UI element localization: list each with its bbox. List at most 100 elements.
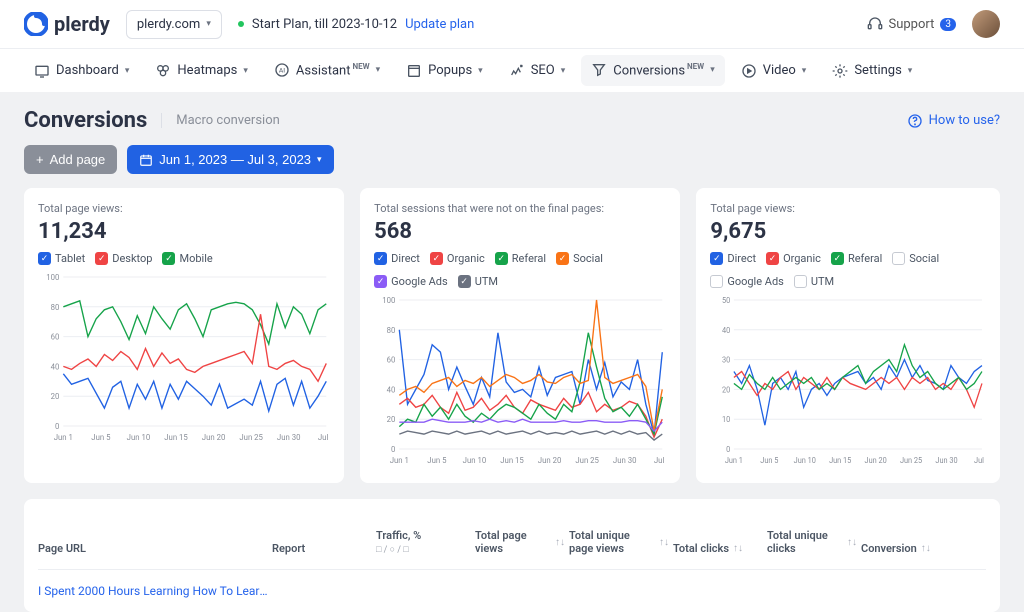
- line-chart: 020406080100Jun 1Jun 5Jun 10Jun 15Jun 20…: [38, 271, 330, 446]
- svg-text:Jun 1: Jun 1: [390, 456, 409, 465]
- svg-text:AI: AI: [279, 67, 285, 75]
- th-traffic[interactable]: Traffic, %□ / ○ / □: [376, 529, 471, 555]
- svg-text:Jun 25: Jun 25: [576, 456, 600, 465]
- legend-referal[interactable]: ✓Referal: [831, 252, 882, 265]
- svg-text:Jun 20: Jun 20: [538, 456, 562, 465]
- row-url[interactable]: I Spent 2000 Hours Learning How To Learn…: [38, 584, 268, 598]
- svg-text:20: 20: [51, 392, 60, 401]
- th-conversion[interactable]: Conversion↑↓: [861, 542, 961, 555]
- th-uviews[interactable]: Total unique page views↑↓: [569, 529, 669, 555]
- stat-card-1: Total sessions that were not on the fina…: [360, 188, 680, 483]
- nav-settings[interactable]: Settings▾: [822, 56, 922, 86]
- legend: ✓Tablet ✓Desktop ✓Mobile: [38, 252, 330, 265]
- th-uclicks[interactable]: Total unique clicks↑↓: [767, 529, 857, 555]
- svg-text:0: 0: [55, 422, 59, 431]
- legend-referal[interactable]: ✓Referal: [495, 252, 546, 265]
- nav-dashboard[interactable]: Dashboard▾: [24, 56, 139, 86]
- table-row[interactable]: I Spent 2000 Hours Learning How To Learn…: [38, 569, 986, 612]
- legend-organic[interactable]: ✓Organic: [766, 252, 821, 265]
- site-selector[interactable]: plerdy.com ▾: [126, 10, 222, 39]
- svg-text:Jun 5: Jun 5: [91, 433, 111, 442]
- svg-text:Jun 10: Jun 10: [127, 433, 151, 442]
- status-dot-icon: [238, 21, 244, 27]
- popups-icon: [406, 63, 422, 79]
- help-icon: [907, 113, 923, 129]
- svg-text:Jul 1: Jul 1: [654, 456, 666, 465]
- card-value: 9,675: [710, 219, 986, 244]
- svg-text:Jun 5: Jun 5: [427, 456, 447, 465]
- svg-text:60: 60: [387, 356, 396, 365]
- legend-direct[interactable]: ✓Direct: [710, 252, 756, 265]
- svg-text:Jul 1: Jul 1: [318, 433, 330, 442]
- legend: ✓Direct ✓Organic ✓Referal ✓Social ✓Google Ad…: [374, 252, 666, 288]
- sort-icon: ↑↓: [847, 537, 857, 548]
- svg-text:100: 100: [382, 296, 395, 305]
- dashboard-icon: [34, 63, 50, 79]
- nav-assistant[interactable]: AIAssistantNEW▾: [264, 55, 390, 85]
- legend-desktop[interactable]: ✓Desktop: [95, 252, 152, 265]
- th-url[interactable]: Page URL: [38, 542, 268, 555]
- nav-conversions[interactable]: ConversionsNEW▾: [581, 55, 724, 85]
- plan-status: Start Plan, till 2023-10-12 Update plan: [238, 17, 474, 32]
- conversions-table: Page URL Report Traffic, %□ / ○ / □ Tota…: [24, 499, 1000, 612]
- legend-tablet[interactable]: ✓Tablet: [38, 252, 85, 265]
- legend-google ads[interactable]: ✓Google Ads: [374, 275, 448, 288]
- legend-social[interactable]: Social: [892, 252, 939, 265]
- date-range-button[interactable]: Jun 1, 2023 — Jul 3, 2023 ▾: [127, 145, 333, 174]
- legend-organic[interactable]: ✓Organic: [430, 252, 485, 265]
- svg-text:100: 100: [46, 273, 59, 282]
- logo-text: plerdy: [54, 12, 110, 36]
- nav-seo[interactable]: SEO▾: [499, 56, 576, 86]
- sort-icon: ↑↓: [659, 537, 669, 548]
- support-link[interactable]: Support 3: [867, 16, 957, 32]
- sort-icon: ↑↓: [733, 543, 743, 554]
- how-to-use-link[interactable]: How to use?: [907, 113, 1000, 129]
- chevron-down-icon: ▾: [710, 65, 715, 75]
- date-range-label: Jun 1, 2023 — Jul 3, 2023: [159, 152, 311, 167]
- chevron-down-icon: ▾: [478, 66, 483, 76]
- svg-text:Jun 5: Jun 5: [761, 456, 780, 465]
- logo[interactable]: plerdy: [24, 12, 110, 36]
- svg-text:Jul 1: Jul 1: [974, 456, 986, 465]
- support-label: Support: [889, 17, 935, 32]
- nav-popups[interactable]: Popups▾: [396, 56, 493, 86]
- svg-text:40: 40: [722, 326, 730, 335]
- nav-video[interactable]: Video▾: [731, 56, 817, 86]
- svg-text:Jun 10: Jun 10: [794, 456, 816, 465]
- sort-icon: ↑↓: [555, 537, 565, 548]
- legend-social[interactable]: ✓Social: [556, 252, 603, 265]
- update-plan-link[interactable]: Update plan: [405, 17, 474, 32]
- support-badge: 3: [940, 18, 956, 31]
- plan-text: Start Plan, till 2023-10-12: [252, 17, 397, 32]
- legend-mobile[interactable]: ✓Mobile: [162, 252, 212, 265]
- svg-text:80: 80: [51, 303, 60, 312]
- th-clicks[interactable]: Total clicks↑↓: [673, 542, 763, 555]
- svg-text:Jun 30: Jun 30: [613, 456, 637, 465]
- svg-text:Jun 15: Jun 15: [500, 456, 524, 465]
- th-report[interactable]: Report: [272, 542, 372, 555]
- page-subtitle: Macro conversion: [161, 113, 280, 128]
- assistant-icon: AI: [274, 62, 290, 78]
- legend-google ads[interactable]: Google Ads: [710, 275, 784, 288]
- chevron-down-icon: ▾: [561, 66, 566, 76]
- how-to-label: How to use?: [929, 113, 1000, 128]
- table-header: Page URL Report Traffic, %□ / ○ / □ Tota…: [38, 499, 986, 569]
- svg-text:30: 30: [722, 355, 730, 364]
- legend-utm[interactable]: ✓UTM: [458, 275, 498, 288]
- svg-text:Jun 30: Jun 30: [936, 456, 958, 465]
- sort-icon: ↑↓: [921, 543, 931, 554]
- legend-direct[interactable]: ✓Direct: [374, 252, 420, 265]
- plus-icon: +: [36, 152, 44, 167]
- conversions-icon: [591, 62, 607, 78]
- topbar: plerdy plerdy.com ▾ Start Plan, till 202…: [0, 0, 1024, 48]
- nav-heatmaps[interactable]: Heatmaps▾: [145, 56, 258, 86]
- avatar[interactable]: [972, 10, 1000, 38]
- add-page-button[interactable]: + Add page: [24, 145, 117, 174]
- th-views[interactable]: Total page views↑↓: [475, 529, 565, 555]
- legend-utm[interactable]: UTM: [794, 275, 834, 288]
- svg-text:Jun 10: Jun 10: [463, 456, 487, 465]
- svg-text:50: 50: [722, 296, 730, 305]
- svg-text:Jun 20: Jun 20: [865, 456, 887, 465]
- page-title: Conversions: [24, 108, 147, 133]
- svg-text:20: 20: [722, 385, 730, 394]
